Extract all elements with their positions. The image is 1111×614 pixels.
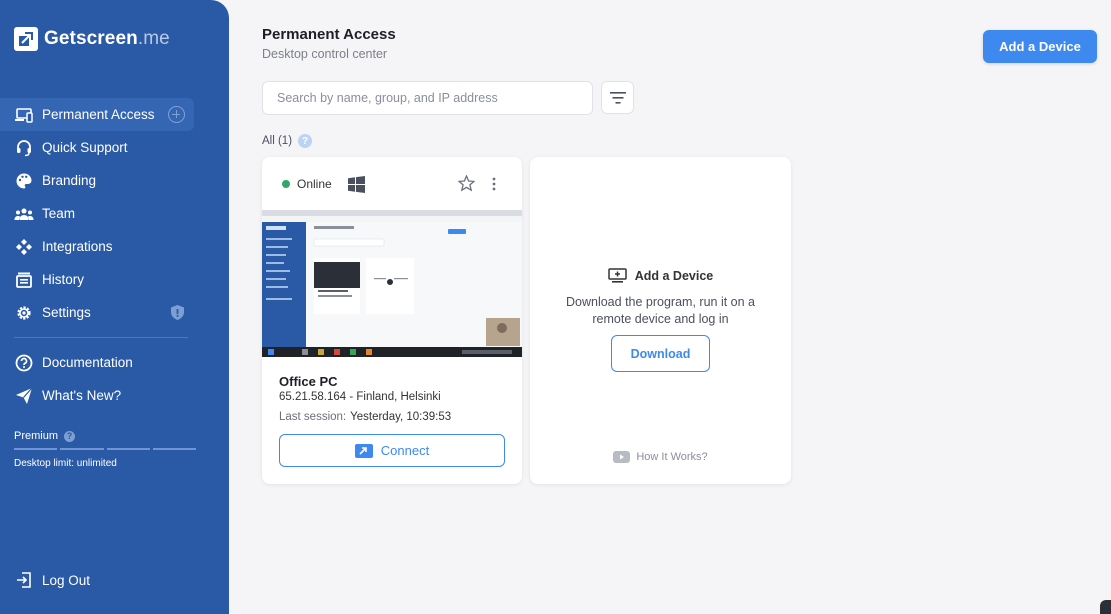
page-title: Permanent Access <box>262 26 396 43</box>
team-icon <box>14 204 34 224</box>
sidebar-item-label: Integrations <box>42 239 113 254</box>
help-icon[interactable]: ? <box>298 134 313 148</box>
status-badge: Online <box>282 177 332 191</box>
sidebar-item-label: Quick Support <box>42 140 128 155</box>
logout-icon <box>14 571 34 589</box>
sidebar-item-branding[interactable]: Branding <box>0 164 229 197</box>
sidebar-divider <box>14 337 188 338</box>
sidebar: Getscreen.me Permanent Access Quick Supp… <box>0 0 229 614</box>
integrations-icon <box>14 237 34 257</box>
sidebar-item-label: What's New? <box>42 388 122 403</box>
add-monitor-icon <box>607 268 627 283</box>
device-card[interactable]: Online Office PC 65.21.58.164 - Finland,… <box>262 157 522 484</box>
windows-icon <box>348 176 365 198</box>
last-session: Last session: Yesterday, 10:39:53 <box>279 411 452 423</box>
sidebar-item-settings[interactable]: Settings <box>0 296 229 329</box>
sidebar-item-integrations[interactable]: Integrations <box>0 230 229 263</box>
logo-text: Getscreen.me <box>44 28 170 49</box>
sort-filter-button[interactable] <box>601 81 634 114</box>
sidebar-item-label: Team <box>42 206 76 221</box>
logo[interactable]: Getscreen.me <box>14 27 170 51</box>
sidebar-item-quick-support[interactable]: Quick Support <box>0 131 229 164</box>
chat-widget-corner[interactable] <box>1100 600 1111 614</box>
device-address: 65.21.58.164 - Finland, Helsinki <box>279 391 441 403</box>
device-name: Office PC <box>279 374 338 389</box>
logout-label: Log Out <box>42 572 91 588</box>
connect-icon <box>354 443 373 458</box>
video-play-icon <box>613 451 631 463</box>
desktop-icon <box>14 105 34 125</box>
add-circle-icon[interactable] <box>168 106 185 123</box>
plan-bar <box>14 448 196 450</box>
help-circle-icon <box>14 353 34 373</box>
shield-icon <box>170 304 185 324</box>
online-dot-icon <box>282 180 290 188</box>
page-subtitle: Desktop control center <box>262 47 388 61</box>
sidebar-item-label: Branding <box>42 173 97 188</box>
logout-button[interactable]: Log Out <box>14 571 90 589</box>
paper-plane-icon <box>14 386 34 406</box>
sidebar-item-label: History <box>42 272 85 287</box>
gear-icon <box>14 303 34 323</box>
plan-label: Premium ? <box>14 430 196 442</box>
add-device-description: Download the program, run it on a remote… <box>566 295 755 326</box>
search-input[interactable] <box>262 81 593 115</box>
download-button[interactable]: Download <box>611 335 710 372</box>
add-device-button[interactable]: Add a Device <box>983 30 1097 63</box>
sidebar-item-label: Permanent Access <box>42 107 155 122</box>
logo-icon <box>14 27 38 51</box>
history-icon <box>14 270 34 290</box>
sidebar-item-label: Settings <box>42 305 91 320</box>
palette-icon <box>14 171 34 191</box>
sidebar-item-team[interactable]: Team <box>0 197 229 230</box>
how-it-works-link[interactable]: How It Works? <box>530 451 791 463</box>
headset-icon <box>14 138 34 158</box>
add-device-card: Add a Device Download the program, run i… <box>530 157 791 484</box>
plan-info: Premium ? Desktop limit: unlimited <box>14 430 196 469</box>
sort-icon <box>609 91 626 104</box>
desktop-limit: Desktop limit: unlimited <box>14 458 117 469</box>
sidebar-item-whats-new[interactable]: What's New? <box>0 379 229 412</box>
sidebar-item-history[interactable]: History <box>0 263 229 296</box>
star-icon[interactable] <box>457 174 476 197</box>
connect-button[interactable]: Connect <box>279 434 505 467</box>
sidebar-item-documentation[interactable]: Documentation <box>0 346 229 379</box>
group-filter-all[interactable]: All (1) ? <box>262 134 313 148</box>
screen-preview[interactable] <box>262 210 522 357</box>
sidebar-secondary-nav: Documentation What's New? <box>0 346 229 412</box>
more-options-icon[interactable] <box>491 177 497 196</box>
add-device-card-title: Add a Device <box>530 268 791 283</box>
sidebar-item-label: Documentation <box>42 355 133 370</box>
plan-help-icon[interactable]: ? <box>64 430 76 442</box>
sidebar-item-permanent-access[interactable]: Permanent Access <box>0 98 194 131</box>
sidebar-nav: Permanent Access Quick Support Branding … <box>0 98 229 329</box>
